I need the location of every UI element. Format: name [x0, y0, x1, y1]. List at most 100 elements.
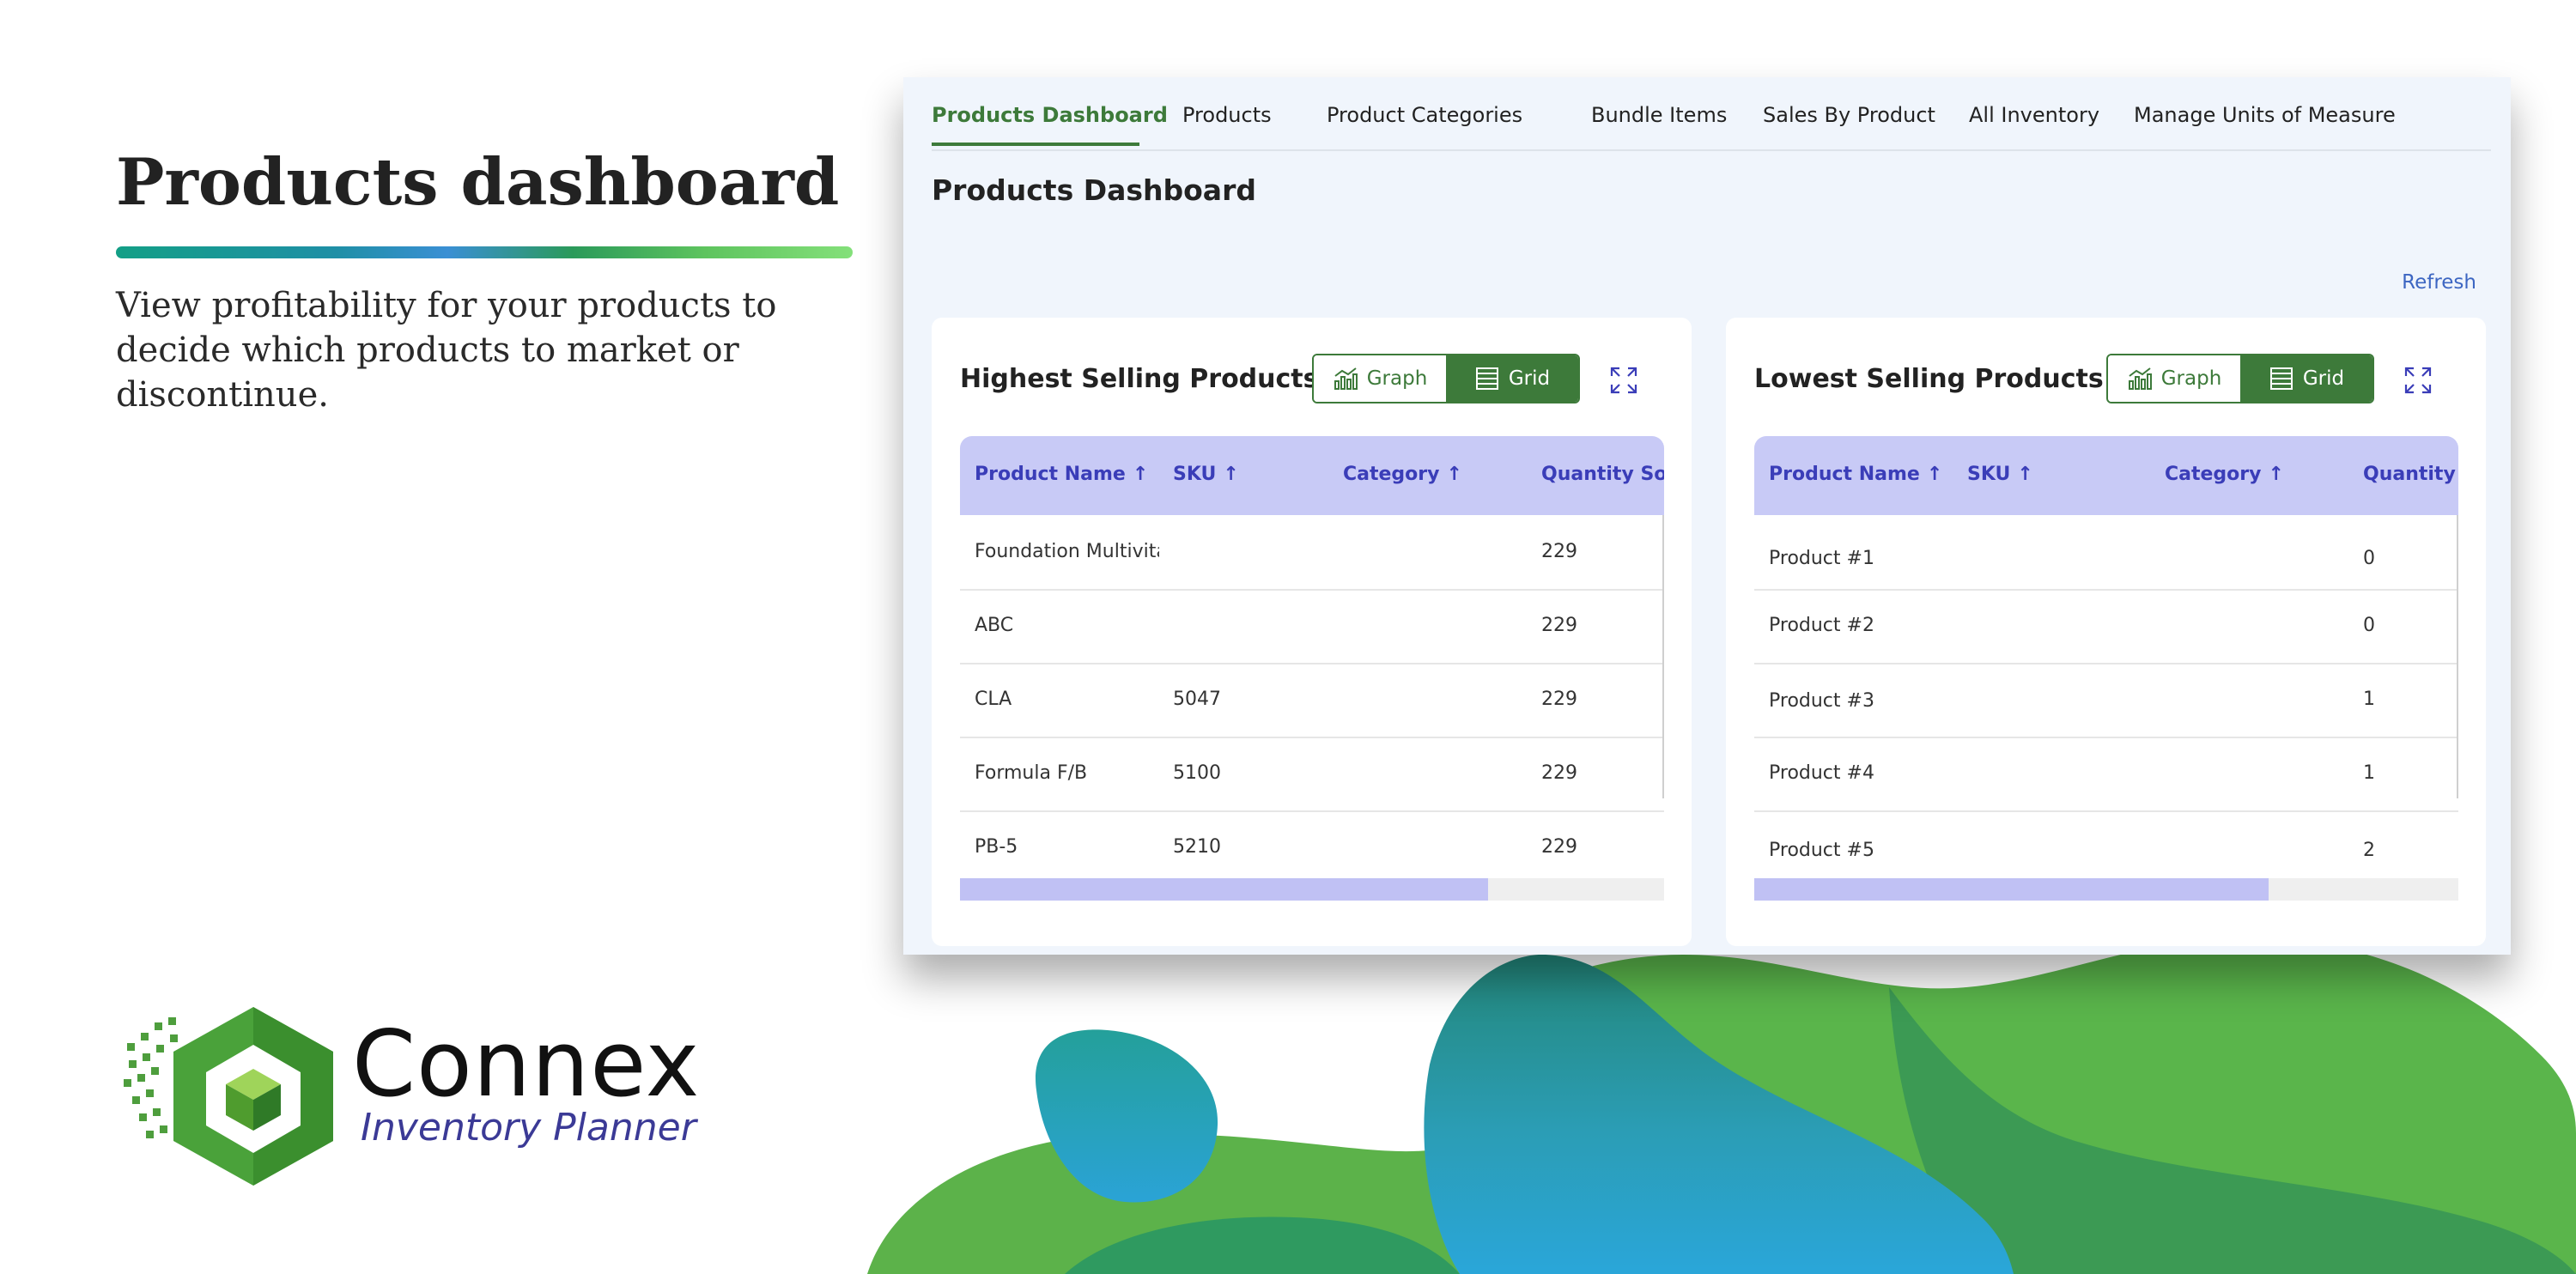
graph-toggle-button[interactable]: Graph — [2108, 355, 2240, 402]
card-title: Lowest Selling Products — [1754, 364, 2104, 394]
table-row[interactable]: Product #2 0 — [1754, 589, 2458, 664]
cell-quantity: 2 — [2363, 840, 2375, 861]
sort-arrow-icon: ↑ — [1223, 464, 1239, 485]
promo-description: View profitability for your products to … — [116, 286, 777, 415]
cell-product-name: Product #2 — [1769, 615, 1874, 636]
app-window: Products Dashboard Products Product Cate… — [903, 77, 2511, 955]
tab-products-dashboard[interactable]: Products Dashboard — [932, 103, 1168, 127]
table-row[interactable]: Product #1 0 — [1754, 515, 2458, 591]
expand-icon[interactable] — [2403, 366, 2433, 395]
products-grid: Product Name↑ SKU↑ Category↑ Quantity S … — [1754, 436, 2458, 917]
table-row[interactable]: Formula F/B 5100 229 — [960, 737, 1664, 812]
sort-arrow-icon: ↑ — [1926, 464, 1943, 485]
refresh-link[interactable]: Refresh — [2402, 271, 2476, 294]
column-header-label: SKU — [1173, 464, 1217, 485]
column-header-product-name[interactable]: Product Name ↑ — [1769, 464, 1942, 485]
card-highest-selling: Highest Selling Products Graph Grid Prod… — [932, 318, 1692, 946]
cell-product-name: CLA — [975, 689, 1012, 710]
cell-quantity: 1 — [2363, 689, 2375, 710]
column-header-sku[interactable]: SKU ↑ — [1173, 464, 1239, 485]
chart-icon — [1334, 367, 1358, 390]
column-header-label: Quantity Sold — [1541, 464, 1664, 485]
cell-quantity: 0 — [2363, 548, 2375, 569]
column-header-label: Category — [2165, 464, 2262, 485]
view-toggle: Graph Grid — [2106, 354, 2374, 403]
scrollbar-thumb[interactable] — [960, 878, 1488, 901]
table-row[interactable]: Product #3 1 — [1754, 663, 2458, 738]
table-row[interactable]: Foundation Multivita 229 — [960, 515, 1664, 591]
tab-bundle-items[interactable]: Bundle Items — [1591, 103, 1727, 127]
column-header-label: SKU — [1967, 464, 2011, 485]
cell-product-name: Product #3 — [1769, 690, 1874, 712]
column-header-sku[interactable]: SKU ↑ — [1967, 464, 2033, 485]
column-header-category[interactable]: Category ↑ — [1343, 464, 1462, 485]
tab-sales-by-product[interactable]: Sales By Product — [1763, 103, 1935, 127]
grid-header: Product Name ↑ SKU ↑ Category ↑ Quantity So… — [960, 436, 1664, 515]
expand-icon[interactable] — [1609, 366, 1638, 395]
products-grid: Product Name ↑ SKU ↑ Category ↑ Quantity So… — [960, 436, 1664, 917]
cell-product-name: PB-5 — [975, 836, 1018, 858]
cell-quantity: 1 — [2363, 762, 2375, 784]
cell-product-name: Foundation Multivita — [975, 541, 1159, 562]
cell-product-name: Product #4 — [1769, 762, 1874, 784]
graph-toggle-label: Graph — [2160, 367, 2222, 390]
card-lowest-selling: Lowest Selling Products Graph Grid Produ… — [1726, 318, 2486, 946]
sort-arrow-icon: ↑ — [1132, 464, 1149, 485]
sort-arrow-icon: ↑ — [2017, 464, 2033, 485]
tab-product-categories[interactable]: Product Categories — [1327, 103, 1522, 127]
grid-icon — [1475, 367, 1498, 390]
column-header-quantity-sold[interactable]: Quantity S — [2363, 464, 2458, 485]
table-row[interactable]: PB-5 5210 229 — [960, 810, 1664, 886]
grid-toggle-button[interactable]: Grid — [2240, 355, 2372, 402]
tab-manage-units-of-measure[interactable]: Manage Units of Measure — [2134, 103, 2396, 127]
cell-quantity: 229 — [1541, 836, 1577, 858]
column-header-category[interactable]: Category ↑ — [2165, 464, 2284, 485]
card-title: Highest Selling Products — [960, 364, 1319, 394]
cell-product-name: Product #5 — [1769, 840, 1874, 861]
active-tab-indicator — [932, 143, 1139, 146]
view-toggle: Graph Grid — [1312, 354, 1580, 403]
scrollbar-thumb[interactable] — [1754, 878, 2269, 901]
grid-toggle-label: Grid — [1508, 367, 1551, 390]
graph-toggle-label: Graph — [1366, 367, 1428, 390]
promo-underline-bar — [116, 246, 853, 258]
vertical-scrollbar[interactable] — [2457, 515, 2458, 798]
grid-toggle-label: Grid — [2302, 367, 2345, 390]
chart-icon — [2128, 367, 2152, 390]
column-header-quantity-sold[interactable]: Quantity Sold — [1541, 464, 1664, 485]
cell-quantity: 229 — [1541, 689, 1577, 710]
grid-toggle-button[interactable]: Grid — [1446, 355, 1578, 402]
cell-sku: 5210 — [1173, 836, 1221, 858]
table-row[interactable]: ABC 229 — [960, 589, 1664, 664]
column-header-label: Product Name — [975, 464, 1126, 485]
tab-all-inventory[interactable]: All Inventory — [1969, 103, 2099, 127]
horizontal-scrollbar[interactable] — [960, 878, 1664, 901]
column-header-product-name[interactable]: Product Name ↑ — [975, 464, 1148, 485]
graph-toggle-button[interactable]: Graph — [1314, 355, 1446, 402]
tab-bar: Products Dashboard Products Product Cate… — [932, 77, 2491, 151]
cell-sku: 5047 — [1173, 689, 1221, 710]
table-row[interactable]: Product #4 1 — [1754, 737, 2458, 812]
grid-icon — [2269, 367, 2293, 390]
column-header-label: Quantity S — [2363, 464, 2458, 485]
cell-product-name: Formula F/B — [975, 762, 1088, 784]
column-header-label: Category — [1343, 464, 1440, 485]
vertical-scrollbar[interactable] — [1662, 515, 1664, 798]
page-title: Products Dashboard — [932, 173, 1256, 207]
logo-subtitle: Inventory Planner — [361, 1106, 696, 1150]
sort-arrow-icon: ↑ — [2268, 464, 2284, 485]
cell-quantity: 229 — [1541, 762, 1577, 784]
cell-sku: 5100 — [1173, 762, 1221, 784]
cell-quantity: 229 — [1541, 541, 1577, 562]
promo-title: Products dashboard — [116, 144, 840, 220]
column-header-label: Product Name — [1769, 464, 1920, 485]
table-row[interactable]: Product #5 2 — [1754, 810, 2458, 886]
cell-product-name: ABC — [975, 615, 1014, 636]
table-row[interactable]: CLA 5047 229 — [960, 663, 1664, 738]
horizontal-scrollbar[interactable] — [1754, 878, 2458, 901]
sort-arrow-icon: ↑ — [1446, 464, 1462, 485]
logo-name: Connex — [352, 1011, 701, 1117]
tab-products[interactable]: Products — [1182, 103, 1272, 127]
connex-logo-icon — [124, 1007, 333, 1186]
cell-quantity: 229 — [1541, 615, 1577, 636]
